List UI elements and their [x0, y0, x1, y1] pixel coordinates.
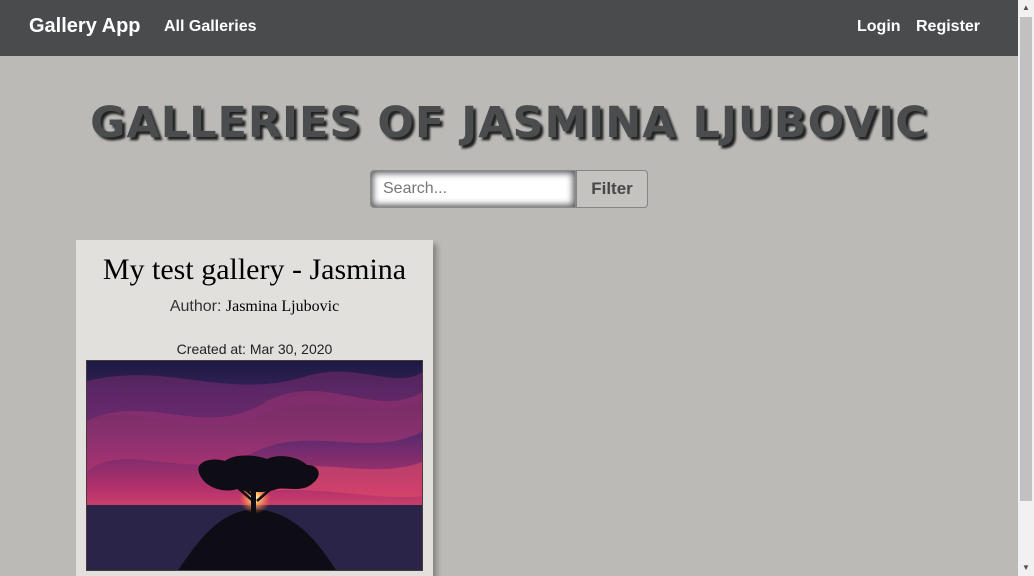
filter-button[interactable]: Filter [576, 170, 648, 208]
search-form: Filter [370, 170, 648, 208]
tree-sunset-image[interactable] [86, 360, 423, 571]
gallery-title[interactable]: My test gallery - Jasmina [76, 253, 433, 287]
scroll-down-arrow-icon[interactable]: ▼ [1018, 560, 1034, 576]
vertical-scrollbar[interactable]: ▲ ▼ [1018, 0, 1034, 576]
scroll-thumb[interactable] [1020, 17, 1032, 501]
author-name-link[interactable]: Jasmina Ljubovic [226, 298, 339, 315]
gallery-author: Author: Jasmina Ljubovic [76, 298, 433, 316]
nav-register-link[interactable]: Register [916, 18, 980, 36]
scroll-up-arrow-icon[interactable]: ▲ [1018, 0, 1034, 16]
nav-login-link[interactable]: Login [857, 18, 901, 36]
page-title: GALLERIES OF JASMINA LJUBOVIC [90, 98, 928, 148]
search-input[interactable] [370, 170, 576, 208]
gallery-created: Created at: Mar 30, 2020 [76, 341, 433, 357]
tree-sunset-image-svg [87, 361, 422, 570]
top-navbar: Gallery App All Galleries Login Register [0, 0, 1018, 56]
gallery-card[interactable]: My test gallery - Jasmina Author: Jasmin… [76, 240, 433, 576]
created-label: Created at: [176, 341, 246, 357]
created-date: Mar 30, 2020 [249, 341, 333, 357]
author-label: Author: [169, 298, 222, 315]
nav-all-galleries-link[interactable]: All Galleries [164, 18, 257, 36]
brand-link[interactable]: Gallery App [29, 15, 141, 38]
